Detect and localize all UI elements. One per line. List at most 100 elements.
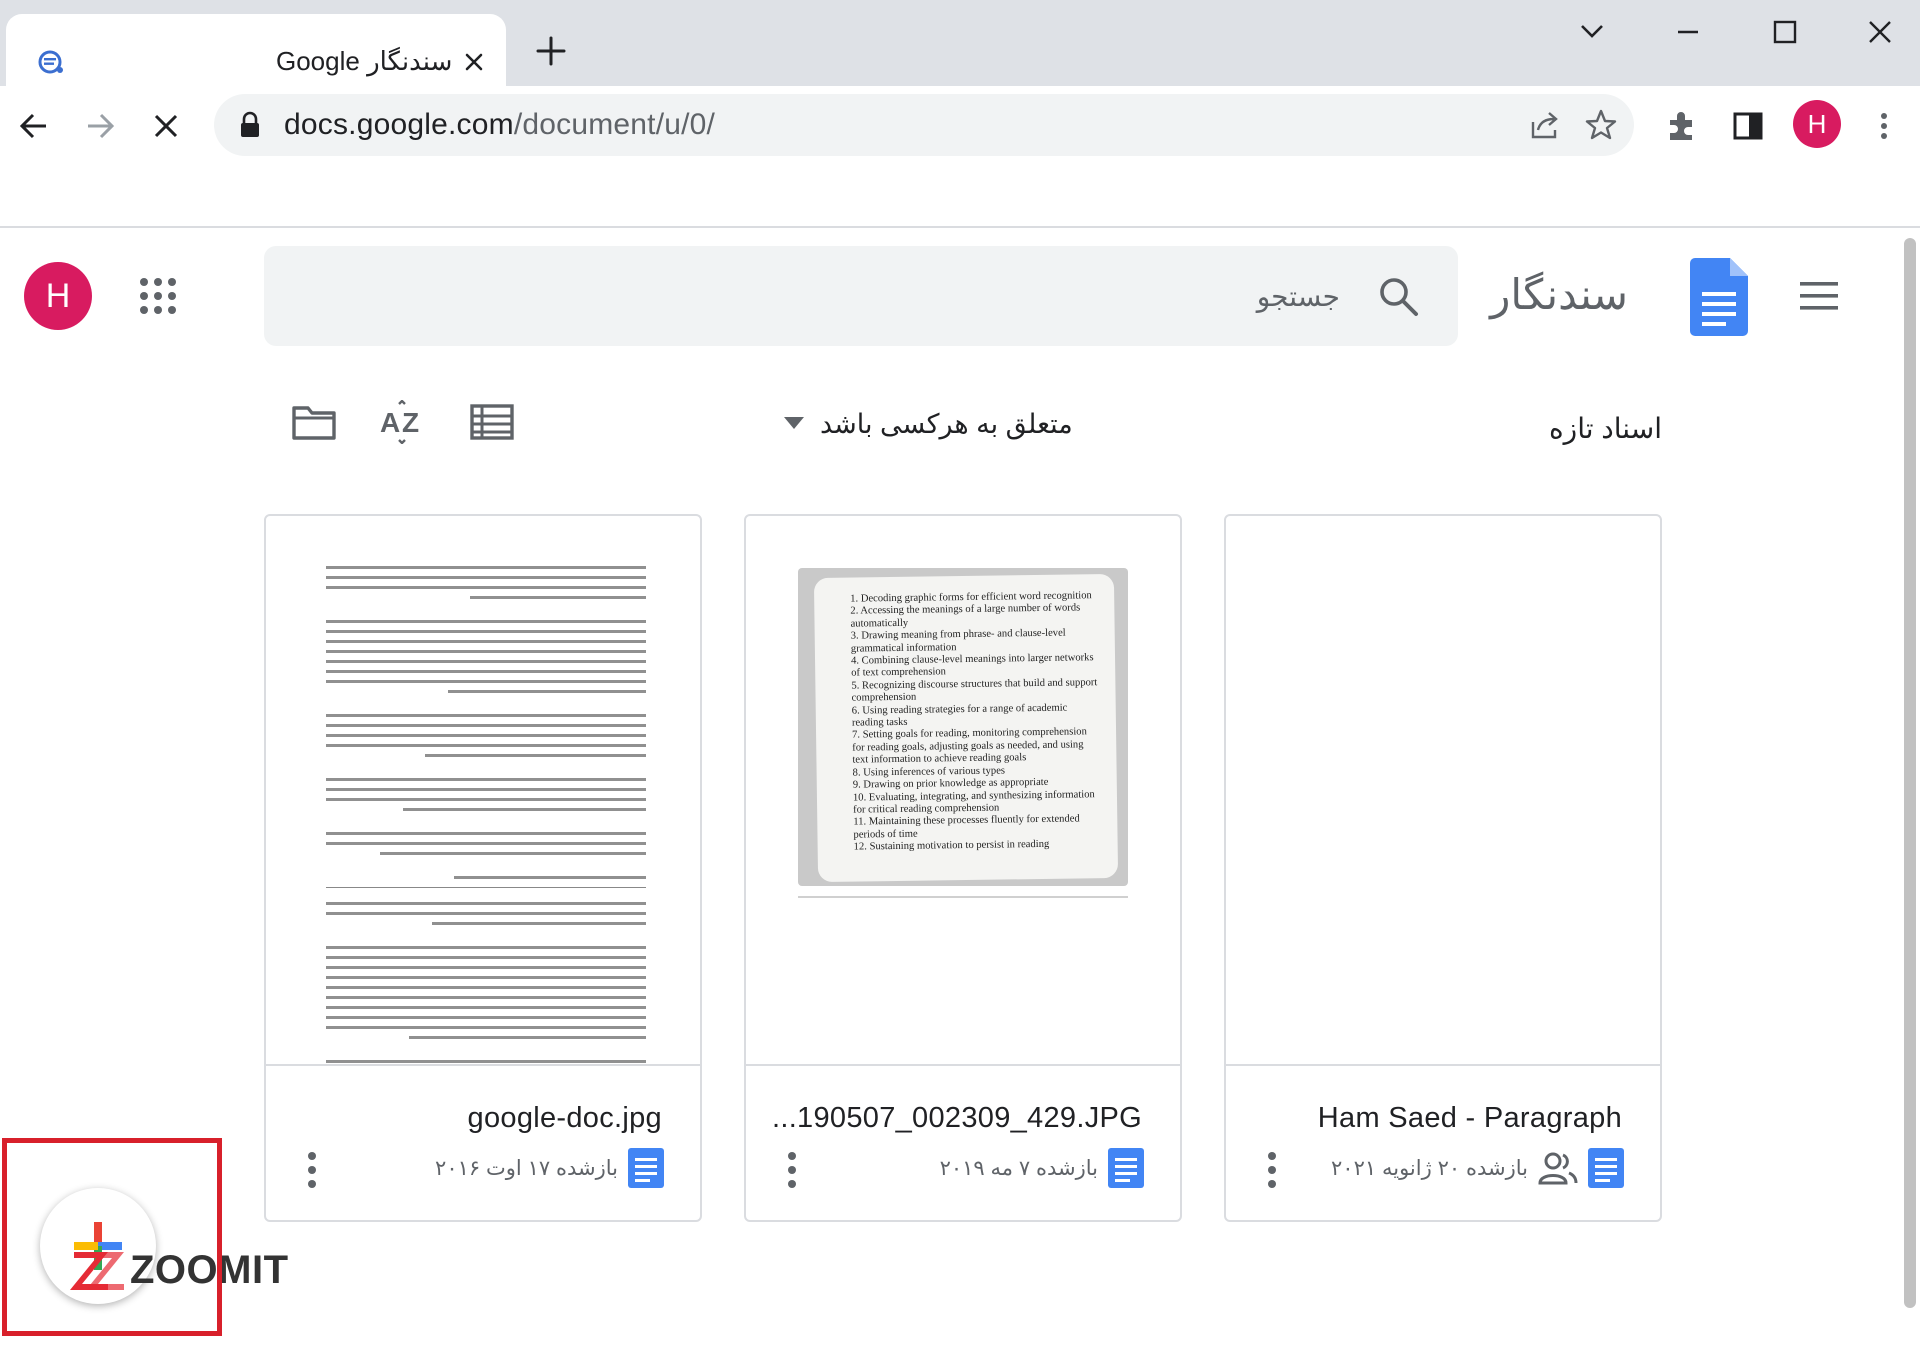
browser-profile-button[interactable]: H (1793, 100, 1841, 148)
new-tab-icon[interactable] (534, 34, 568, 68)
url-path: /document/u/0/ (513, 108, 716, 141)
text-line (326, 976, 646, 979)
text-line (425, 754, 646, 757)
text-line (326, 620, 646, 623)
document-card[interactable]: Ham Saed - Paragraph بازشده ۲۰ ژانویه ۲۰… (1224, 514, 1662, 1222)
lock-icon[interactable] (238, 111, 262, 139)
text-line (454, 876, 646, 879)
docs-logo-icon[interactable] (1690, 258, 1748, 336)
document-title[interactable]: Ham Saed - Paragraph (1318, 1102, 1622, 1135)
document-thumbnail[interactable]: 1. Decoding graphic forms for efficient … (746, 516, 1180, 1066)
close-window-icon[interactable] (1860, 12, 1900, 52)
more-options-icon[interactable] (786, 1150, 798, 1190)
text-line (326, 1016, 646, 1019)
photo-list-item: 2. Accessing the meanings of a large num… (850, 602, 1081, 630)
document-opened-date: بازشده ۷ مه ۲۰۱۹ (939, 1156, 1098, 1180)
side-panel-icon[interactable] (1728, 106, 1768, 146)
text-line (326, 680, 646, 683)
text-line (326, 956, 646, 959)
tab-close-icon[interactable] (462, 50, 486, 74)
text-line (326, 966, 646, 969)
loading-favicon-icon (38, 50, 63, 74)
stop-loading-icon[interactable] (146, 106, 186, 146)
share-icon[interactable] (1528, 108, 1562, 142)
text-line (326, 986, 646, 989)
back-arrow-icon[interactable] (14, 106, 54, 146)
document-title[interactable]: google-doc.jpg (468, 1102, 662, 1135)
caret-down-icon (784, 417, 804, 429)
text-line (326, 1026, 646, 1029)
text-line (326, 946, 646, 949)
search-icon[interactable] (1376, 274, 1420, 318)
document-opened-date: بازشده ۲۰ ژانویه ۲۰۲۱ (1331, 1156, 1528, 1180)
more-options-icon[interactable] (306, 1150, 318, 1190)
app-name[interactable]: سندنگار (1490, 270, 1628, 319)
address-bar[interactable]: docs.google.com/document/u/0/ (214, 94, 1634, 156)
photo-list-item: 4. Combining clause-level meanings into … (850, 652, 1094, 680)
text-line (409, 1036, 646, 1039)
text-line (326, 778, 646, 781)
owner-filter-dropdown[interactable]: متعلق به هرکسی باشد (784, 404, 1073, 444)
document-thumbnail[interactable] (1226, 516, 1660, 1066)
docs-file-icon (1588, 1148, 1624, 1188)
extensions-puzzle-icon[interactable] (1662, 106, 1702, 146)
text-line (431, 922, 646, 925)
account-avatar[interactable]: H (24, 262, 92, 330)
tab-strip: سندنگار Google (0, 0, 1920, 86)
svg-text:Z: Z (402, 407, 419, 438)
document-meta: بازشده ۲۰ ژانویه ۲۰۲۱ (1331, 1148, 1624, 1188)
url-text[interactable]: docs.google.com/document/u/0/ (284, 108, 715, 142)
minimize-icon[interactable] (1668, 12, 1708, 52)
text-line (470, 596, 646, 599)
search-placeholder: جستجو (1256, 281, 1340, 312)
list-view-icon[interactable] (468, 400, 516, 444)
maximize-icon[interactable] (1764, 12, 1804, 52)
document-opened-date: بازشده ۱۷ اوت ۲۰۱۶ (435, 1156, 618, 1180)
browser-toolbar: docs.google.com/document/u/0/ H (0, 86, 1920, 166)
document-title[interactable]: ...190507_002309_429.JPG (772, 1102, 1142, 1135)
photographed-list: 1. Decoding graphic forms for efficient … (813, 573, 1119, 883)
text-line (326, 734, 646, 737)
sort-az-icon[interactable]: A Z (378, 400, 426, 444)
more-options-icon[interactable] (1266, 1150, 1278, 1190)
text-line (326, 798, 646, 801)
browser-menu-icon[interactable] (1864, 106, 1904, 146)
text-line (326, 576, 646, 579)
text-line (447, 690, 646, 693)
browser-tab[interactable]: سندنگار Google (6, 14, 506, 86)
page-rule (798, 896, 1128, 898)
open-file-picker-folder-icon[interactable] (290, 400, 338, 444)
docs-search-bar[interactable]: جستجو (264, 246, 1458, 346)
shared-people-icon (1538, 1152, 1578, 1185)
document-thumbnail[interactable] (266, 516, 700, 1066)
text-line (402, 808, 646, 811)
photo-list-item: 3. Drawing meaning from phrase- and clau… (850, 627, 1066, 655)
text-line (326, 912, 646, 915)
text-line (326, 902, 646, 905)
bookmark-star-icon[interactable] (1584, 108, 1618, 142)
chrome-divider (0, 226, 1920, 228)
document-card[interactable]: 1. Decoding graphic forms for efficient … (744, 514, 1182, 1222)
document-card[interactable]: google-doc.jpg بازشده ۱۷ اوت ۲۰۱۶ (264, 514, 702, 1222)
highlight-box (2, 1138, 222, 1336)
google-apps-grid-icon[interactable] (138, 276, 178, 316)
document-meta: بازشده ۷ مه ۲۰۱۹ (940, 1148, 1144, 1188)
tab-search-chevron-icon[interactable] (1572, 12, 1612, 52)
photo-list-item: 12. Sustaining motivation to persist in … (853, 838, 1050, 853)
docs-file-icon (628, 1148, 664, 1188)
text-line (326, 660, 646, 663)
text-line (380, 852, 646, 855)
text-line (326, 744, 646, 747)
text-page-preview (326, 566, 646, 1064)
main-menu-hamburger-icon[interactable] (1798, 278, 1840, 314)
document-meta: بازشده ۱۷ اوت ۲۰۱۶ (435, 1148, 664, 1188)
forward-arrow-icon[interactable] (80, 106, 120, 146)
docs-file-icon (1108, 1148, 1144, 1188)
text-line (326, 670, 646, 673)
text-line (326, 788, 646, 791)
text-line (326, 832, 646, 835)
text-line (326, 996, 646, 999)
page-scrollbar[interactable] (1904, 238, 1916, 1308)
